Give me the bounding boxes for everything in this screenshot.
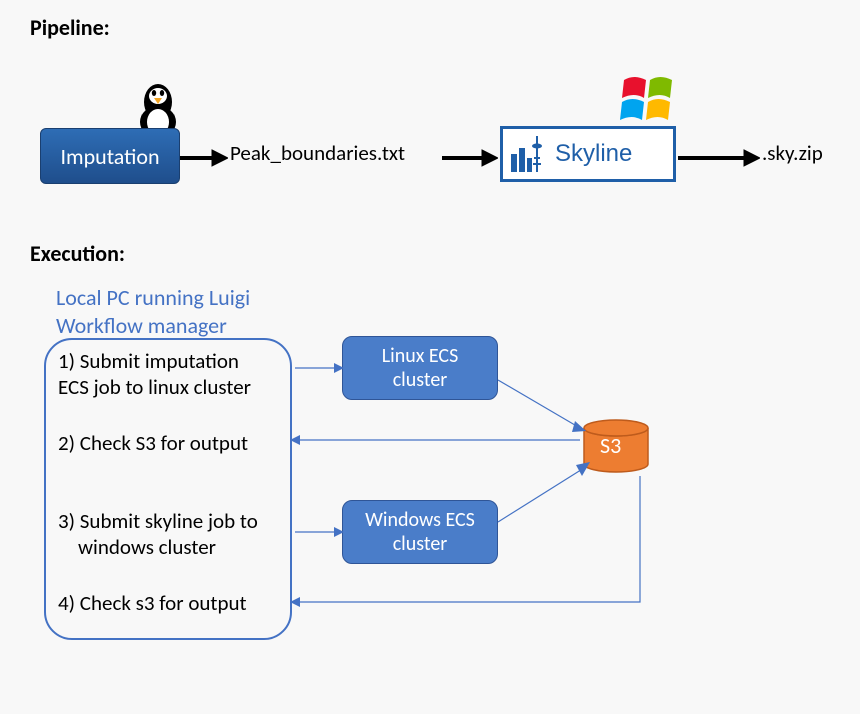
step-1-line1: 1) Submit imputation bbox=[58, 348, 239, 374]
linux-ecs-line2: cluster bbox=[393, 368, 448, 392]
s3-label: S3 bbox=[600, 432, 621, 459]
peak-boundaries-label: Peak_boundaries.txt bbox=[230, 140, 405, 166]
skyline-label: Skyline bbox=[555, 140, 632, 168]
linux-ecs-box: Linux ECS cluster bbox=[342, 336, 498, 400]
output-ext-label: .sky.zip bbox=[762, 140, 823, 166]
skyline-city-icon bbox=[509, 134, 549, 174]
execution-heading: Execution: bbox=[30, 240, 125, 267]
step-3-line2: windows cluster bbox=[58, 534, 216, 560]
windows-ecs-line2: cluster bbox=[393, 532, 448, 556]
luigi-title-line2: Workflow manager bbox=[56, 312, 227, 339]
step-2-text: 2) Check S3 for output bbox=[58, 430, 248, 456]
step-1: 1) Submit imputation ECS job to linux cl… bbox=[58, 348, 298, 401]
windows-logo-icon bbox=[620, 72, 680, 128]
windows-ecs-box: Windows ECS cluster bbox=[342, 500, 498, 564]
windows-ecs-line1: Windows ECS bbox=[365, 508, 475, 532]
step-1-line2: ECS job to linux cluster bbox=[58, 374, 251, 400]
pipeline-heading: Pipeline: bbox=[30, 14, 110, 41]
luigi-title: Local PC running Luigi Workflow manager bbox=[56, 284, 250, 339]
linux-ecs-line1: Linux ECS bbox=[382, 344, 459, 368]
luigi-title-line1: Local PC running Luigi bbox=[56, 284, 250, 311]
step-4-text: 4) Check s3 for output bbox=[58, 590, 247, 616]
step-4: 4) Check s3 for output bbox=[58, 590, 298, 616]
arrow-skyline-to-output bbox=[678, 148, 760, 168]
step-2: 2) Check S3 for output bbox=[58, 430, 298, 456]
arrow-imputation-to-peak bbox=[180, 148, 228, 168]
step-3: 3) Submit skyline job to windows cluster bbox=[58, 508, 298, 561]
arrow-peak-to-skyline bbox=[442, 148, 498, 168]
imputation-label: Imputation bbox=[60, 143, 159, 170]
step-3-line1: 3) Submit skyline job to bbox=[58, 508, 258, 534]
skyline-box: Skyline bbox=[500, 126, 676, 182]
imputation-box: Imputation bbox=[40, 128, 180, 184]
diagram-root: Pipeline: Imputation Peak_boundaries.txt bbox=[0, 0, 860, 714]
